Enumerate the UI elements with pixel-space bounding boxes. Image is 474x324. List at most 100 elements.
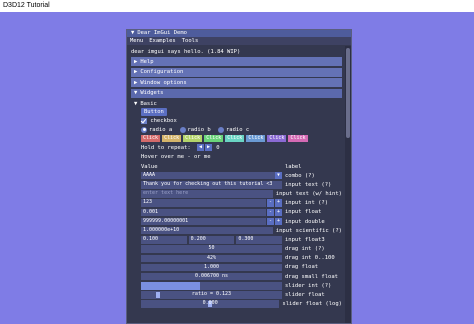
number-input[interactable]: 0.001 xyxy=(141,208,266,217)
widget-label: combo (?) xyxy=(285,172,315,179)
field-value: 0.001 xyxy=(143,208,159,215)
hover-text[interactable]: Hover over me - or me xyxy=(141,153,342,162)
imgui-demo-window[interactable]: ▼ Dear ImGui Demo Menu Examples Tools de… xyxy=(126,29,352,324)
collapse-arrow-icon: ▶ xyxy=(134,69,138,75)
click-button[interactable]: Click xyxy=(246,135,266,142)
column-label-heading: label xyxy=(285,163,302,170)
widget-row: AAAA ▼ combo (?) xyxy=(141,171,342,180)
slider-float[interactable]: 0.000 xyxy=(141,300,280,308)
right-arrow-button[interactable]: ▶ xyxy=(204,144,212,151)
widget-row: 0.001 - + input float xyxy=(141,208,342,217)
text-input[interactable]: Thank you for checking out this tutorial… xyxy=(141,181,282,189)
widget-label: input text (?) xyxy=(285,181,332,188)
intro-text: dear imgui says hello. (1.84 WIP) xyxy=(131,49,241,55)
click-button[interactable]: Click xyxy=(183,135,203,142)
imgui-window-title: Dear ImGui Demo xyxy=(137,30,187,36)
left-arrow-button[interactable]: ◀ xyxy=(196,144,204,151)
collapse-arrow-icon: ▶ xyxy=(134,79,138,86)
click-button[interactable]: Click xyxy=(141,135,161,142)
widget-label: input scientific (?) xyxy=(275,227,342,234)
number-input[interactable]: 999999.00000001 xyxy=(141,217,266,226)
widget-row: 1.000000e+10 input scientific (?) xyxy=(141,226,342,235)
combo-box[interactable]: AAAA ▼ xyxy=(141,171,282,180)
widget-label: input text (w/ hint) xyxy=(275,190,342,197)
widget-label: input int (?) xyxy=(285,200,329,207)
click-button[interactable]: Click xyxy=(204,135,224,142)
slider-float[interactable]: ratio = 0.123 xyxy=(141,291,282,299)
checkbox-row[interactable]: checkbox xyxy=(141,117,342,126)
widget-label: drag small float xyxy=(285,273,338,280)
header-window-options[interactable]: ▶ Window options xyxy=(131,78,342,87)
hold-to-repeat-row: Hold to repeat: ◀ ▶ 0 xyxy=(141,144,342,153)
radio-c-icon[interactable] xyxy=(218,126,224,133)
text-input-hint[interactable]: enter text here xyxy=(141,190,273,198)
radio-b-icon[interactable] xyxy=(179,126,186,133)
combo-arrow-icon[interactable]: ▼ xyxy=(275,171,282,180)
radio-b-label[interactable]: radio b xyxy=(188,127,211,133)
widget-row: ratio = 0.123 slider float xyxy=(141,290,342,299)
widget-label: drag float xyxy=(285,264,319,271)
header-label: Help xyxy=(140,58,154,65)
scrollbar-thumb[interactable] xyxy=(346,48,350,138)
hold-label: Hold to repeat: xyxy=(141,145,191,151)
plus-button[interactable]: + xyxy=(275,217,282,226)
field-value: 50 xyxy=(208,245,215,252)
header-configuration[interactable]: ▶ Configuration xyxy=(131,67,342,77)
radio-a-icon[interactable] xyxy=(141,126,147,133)
menu-menu[interactable]: Menu xyxy=(130,38,143,44)
widget-row: enter text here input text (w/ hint) xyxy=(141,189,342,198)
widget-row: 42% drag int 0..100 xyxy=(141,254,342,263)
minus-button[interactable]: - xyxy=(267,199,274,207)
checkbox-checked-icon[interactable] xyxy=(141,117,147,124)
menu-bar: Menu Examples Tools xyxy=(127,37,351,45)
header-widgets[interactable]: ▼ Widgets xyxy=(131,88,342,98)
slider-grab-handle[interactable] xyxy=(156,292,161,298)
widget-label: input float3 xyxy=(285,236,325,243)
click-button[interactable]: Click xyxy=(288,135,308,142)
menu-examples[interactable]: Examples xyxy=(149,38,176,44)
field-value: Thank you for checking out this tutorial… xyxy=(143,181,273,188)
header-help[interactable]: ▶ Help xyxy=(131,57,342,66)
plus-button[interactable]: + xyxy=(275,199,282,207)
click-buttons-row: Click Click Click Click Click Click Click Click xyxy=(141,135,342,144)
placeholder-text: enter text here xyxy=(143,190,189,197)
widget-label: drag int 0..100 xyxy=(285,255,335,262)
imgui-window-titlebar[interactable]: ▼ Dear ImGui Demo xyxy=(127,30,351,37)
float-input-component[interactable]: 0.200 xyxy=(188,236,235,244)
menu-tools[interactable]: Tools xyxy=(182,38,199,44)
drag-input[interactable]: 42% xyxy=(141,254,282,263)
field-value: 0.200 xyxy=(190,236,206,243)
radio-c-label[interactable]: radio c xyxy=(226,127,249,133)
field-value: 42% xyxy=(206,254,217,261)
widget-row: 0.100 0.200 0.300 input float3 xyxy=(141,235,342,244)
radio-group: radio a radio b radio c xyxy=(141,126,342,135)
widget-list: AAAA ▼ combo (?) Thank you for checking out… xyxy=(141,171,342,309)
slider-int[interactable] xyxy=(141,282,282,290)
drag-input[interactable]: 1.000 xyxy=(141,263,282,272)
click-button[interactable]: Click xyxy=(162,135,182,142)
widget-row: 999999.00000001 - + input double xyxy=(141,217,342,226)
header-label: Window options xyxy=(140,79,187,86)
field-value: 0.006700 ns xyxy=(194,272,229,279)
vertical-scrollbar[interactable] xyxy=(345,46,351,323)
minus-button[interactable]: - xyxy=(267,217,274,226)
column-value-heading: Value xyxy=(141,163,158,170)
columns-header: Value label xyxy=(141,162,342,171)
drag-input[interactable]: 0.006700 ns xyxy=(141,272,282,281)
field-value: 0.000 xyxy=(202,300,218,307)
drag-input[interactable]: 50 xyxy=(141,245,282,253)
widget-label: drag int (?) xyxy=(285,246,325,253)
slider-fill xyxy=(141,282,201,290)
float-input-component[interactable]: 0.100 xyxy=(141,236,187,244)
click-button[interactable]: Click xyxy=(225,135,245,142)
number-input[interactable]: 123 xyxy=(141,199,266,207)
radio-a-label[interactable]: radio a xyxy=(149,127,172,133)
collapse-arrow-icon[interactable]: ▼ xyxy=(131,30,134,37)
float-input-component[interactable]: 0.300 xyxy=(236,236,283,244)
minus-button[interactable]: - xyxy=(267,208,274,217)
plus-button[interactable]: + xyxy=(275,208,282,217)
click-button[interactable]: Click xyxy=(267,135,287,142)
text-input[interactable]: 1.000000e+10 xyxy=(141,226,273,235)
tree-node-basic[interactable]: ▼ Basic xyxy=(131,99,342,108)
basic-button[interactable]: Button xyxy=(141,108,167,116)
